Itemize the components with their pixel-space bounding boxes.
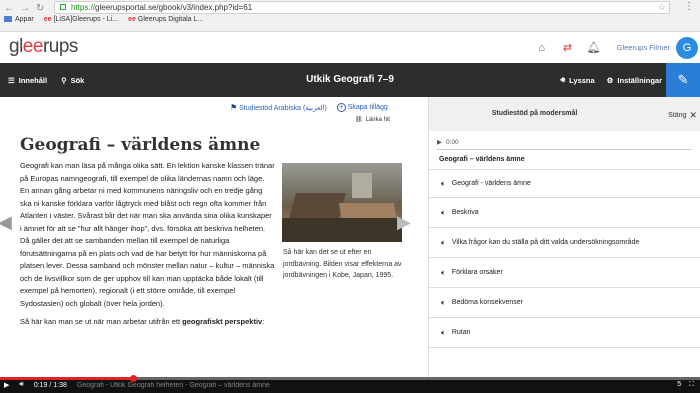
browser-chrome: ← → ↻ https://gleerupsportal.se/gbook/v3… [0, 0, 700, 32]
bookmark-item[interactable]: ee Gleerups Digitala L... [128, 16, 203, 23]
earthquake-photo [282, 163, 402, 242]
user-name[interactable]: Gleerups Filmer [617, 43, 670, 52]
create-addon-link[interactable]: + Skapa tillägg [336, 103, 388, 112]
audio-item[interactable]: 🔈︎ Beskriva [429, 198, 700, 228]
bell-icon[interactable]: 🔔︎ [581, 41, 607, 54]
play-icon[interactable]: ▶ [437, 138, 442, 146]
url-text: gleerupsportal.se/gbook/v3/index.php?id=… [95, 3, 253, 12]
settings-button[interactable]: ⚙ Inställningar [607, 76, 662, 85]
audio-item[interactable]: 🔈︎ Förklara orsaker [429, 258, 700, 288]
search-icon: ⚲ [61, 75, 67, 85]
paragraph: Så här kan man se ut när man arbetar uti… [20, 317, 265, 326]
audio-section-title: Geografi – världens ämne [429, 150, 700, 170]
panel-header: Studiestöd på modersmål Stäng ✕ [429, 97, 700, 131]
video-controls: ▶ 🔊︎ 0:19 / 1:38 Geografi - Utkik Geogra… [0, 375, 700, 393]
edit-button[interactable]: ✎ [666, 63, 700, 97]
site-header: gleerups ⌂ ⇄ 🔔︎ Gleerups Filmer G [0, 32, 700, 63]
apps-icon [4, 16, 12, 23]
video-time: 0:19 / 1:38 [33, 381, 67, 389]
url-scheme: https:// [71, 3, 96, 12]
listen-button[interactable]: 🔊︎ Lyssna [560, 75, 594, 85]
home-icon[interactable]: ⌂ [529, 42, 555, 54]
audio-player[interactable]: ▶ 0:00 [429, 131, 700, 147]
speaker-icon: 🔈︎ [441, 297, 446, 307]
plus-icon: + [336, 103, 346, 112]
content-links: ⚑ Studiestöd Arabiska (العربية) + Skapa … [230, 103, 390, 123]
bookmark-star-icon[interactable]: ☆ [658, 2, 666, 13]
contents-button[interactable]: ☰ Innehåll [8, 76, 47, 85]
previous-page-icon[interactable]: ◀ [0, 212, 12, 234]
photo-caption: Så här kan det se ut efter en jordbävnin… [283, 249, 402, 279]
link-here[interactable]: ⛓ Länka hit [355, 116, 390, 124]
browser-nav: ← → ↻ [4, 2, 44, 14]
body-text: Geografi kan man läsa på många olika sät… [20, 160, 275, 335]
reload-icon[interactable]: ↻ [36, 3, 44, 14]
share-icon[interactable]: ⇄ [555, 41, 581, 54]
panel-title: Studiestöd på modersmål [491, 110, 578, 117]
search-button[interactable]: ⚲ Sök [61, 76, 84, 85]
bookmarks-bar: Appar ee [LiSA]Gleerups - Li... ee Gleerup… [4, 16, 203, 23]
native-language-panel: Studiestöd på modersmål Stäng ✕ ▶ 0:00 Ge… [428, 97, 700, 377]
speaker-icon: 🔈︎ [441, 178, 446, 188]
audio-item[interactable]: 🔈︎ Vilka frågor kan du ställa på ditt val… [429, 228, 700, 258]
menu-icon: ☰ [8, 75, 15, 85]
speaker-icon: 🔈︎ [441, 267, 446, 277]
back-icon[interactable]: ← [4, 3, 14, 14]
video-progress-fill [0, 377, 133, 380]
forward-icon[interactable]: → [20, 3, 30, 14]
audio-list: 🔈︎ Geografi - världens ämne 🔈︎ Beskriva 🔈︎… [429, 170, 700, 348]
gleerups-favicon-icon: ee [43, 16, 52, 23]
bookmark-item[interactable]: ee [LiSA]Gleerups - Li... [44, 16, 118, 23]
studiestod-link[interactable]: ⚑ Studiestöd Arabiska (العربية) [230, 103, 327, 112]
paragraph: Geografi kan man läsa på många olika sät… [20, 161, 275, 308]
flag-icon: ⚑ [230, 103, 238, 112]
speaker-icon: 🔈︎ [441, 237, 446, 247]
video-right-label: 5 [677, 381, 682, 388]
browser-menu-icon[interactable]: ⋮ [684, 1, 694, 12]
volume-icon[interactable]: 🔊︎ [19, 381, 23, 389]
close-icon: ✕ [689, 110, 697, 120]
next-page-icon[interactable]: ▶ [397, 212, 411, 234]
gleerups-logo[interactable]: gleerups [9, 36, 78, 58]
video-progress-bar[interactable] [0, 375, 700, 382]
page-content: ⚑ Studiestöd Arabiska (العربية) + Skapa … [0, 97, 427, 377]
fullscreen-icon[interactable]: ⛶ [689, 381, 694, 389]
speaker-icon: 🔈︎ [441, 207, 446, 217]
gear-icon: ⚙ [606, 75, 614, 85]
play-icon[interactable]: ▶ [4, 381, 9, 389]
page-title: Geografi – världens ämne [20, 135, 261, 155]
lock-icon [60, 4, 66, 10]
bookmark-item[interactable]: Appar [4, 16, 34, 23]
audio-item[interactable]: 🔈︎ Bedöma konsekvenser [429, 288, 700, 318]
book-toolbar: Utkik Geografi 7–9 ☰ Innehåll ⚲ Sök 🔊︎ Lyss… [0, 63, 700, 97]
player-time: 0:00 [446, 138, 459, 146]
close-panel-button[interactable]: Stäng ✕ [668, 110, 697, 121]
video-title: Geografi - Utkik Geografi helheten - Geo… [76, 381, 270, 389]
pencil-icon: ✎ [677, 72, 689, 87]
audio-item[interactable]: 🔈︎ Geografi - världens ämne [429, 170, 700, 198]
speaker-icon: 🔊︎ [560, 75, 566, 84]
link-icon: ⛓ [355, 117, 363, 123]
url-bar[interactable]: https://gleerupsportal.se/gbook/v3/index… [54, 1, 670, 14]
gleerups-favicon-icon: ee [128, 16, 136, 23]
speaker-icon: 🔈︎ [441, 327, 446, 337]
audio-item[interactable]: 🔈︎ Rutan [429, 318, 700, 348]
avatar[interactable]: G [676, 36, 698, 59]
